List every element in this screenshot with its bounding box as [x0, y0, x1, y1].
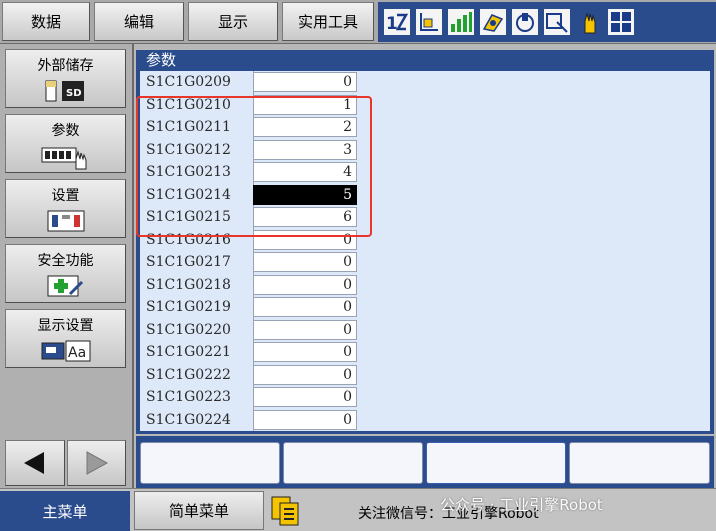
main-menu-button[interactable]: 主菜单: [0, 491, 130, 531]
panel-title: 参数: [146, 51, 177, 69]
parameter-name: S1C1G0223: [146, 389, 231, 405]
parameter-name: S1C1G0224: [146, 411, 231, 428]
sidebar-item-label: 安全功能: [37, 253, 94, 269]
robot-axis-icon[interactable]: 1: [384, 9, 410, 35]
sidebar-item-display-settings[interactable]: 显示设置 Aa: [5, 309, 126, 368]
safety-plus-icon: [46, 274, 86, 298]
parameter-value[interactable]: 0: [253, 297, 357, 317]
next-page-button[interactable]: [66, 440, 126, 486]
coordinate-frame-icon[interactable]: [416, 9, 442, 35]
prev-page-button[interactable]: [5, 440, 65, 486]
parameter-name: S1C1G0219: [146, 299, 231, 315]
arrow-right-icon: [86, 451, 109, 475]
parameter-name: S1C1G0209: [146, 74, 231, 90]
keypad-hand-icon: [40, 144, 92, 170]
sd-card-icon: SD: [44, 79, 88, 103]
arrow-left-icon: [23, 452, 44, 474]
bottom-bar: 主菜单 简单菜单 关注微信号：工业引擎Robot 公众号 · 工业引擎Robot: [0, 488, 716, 531]
input-slot-4[interactable]: [569, 442, 710, 484]
sidebar: 外部储存 SD 参数 设置 安全功能 显示设置 Aa: [0, 44, 134, 488]
parameter-value[interactable]: 0: [253, 342, 357, 362]
parameter-row[interactable]: S1C1G0217 0: [140, 251, 710, 273]
hand-icon[interactable]: [576, 9, 602, 35]
tool-icon[interactable]: [480, 9, 506, 35]
parameter-row[interactable]: S1C1G0221 0: [140, 341, 710, 363]
parameter-value[interactable]: 0: [253, 387, 357, 407]
display-font-icon: Aa: [40, 339, 92, 363]
sidebar-item-settings[interactable]: 设置: [5, 179, 126, 238]
svg-text:Aa: Aa: [68, 345, 86, 361]
parameter-row[interactable]: S1C1G0209 0: [140, 71, 710, 93]
highlight-box: [136, 96, 372, 237]
status-toolbar: 1: [378, 2, 716, 42]
sidebar-item-safety[interactable]: 安全功能: [5, 244, 126, 303]
parameter-name: S1C1G0218: [146, 276, 231, 293]
parameter-value[interactable]: 0: [253, 364, 357, 385]
watermark: 公众号 · 工业引擎Robot: [440, 496, 603, 514]
grid-icon[interactable]: [608, 9, 634, 35]
parameter-value[interactable]: 0: [253, 319, 357, 340]
parameter-name: S1C1G0220: [146, 321, 231, 338]
settings-panel-icon: [46, 209, 86, 233]
svg-text:1: 1: [386, 14, 398, 34]
page-nav: [5, 440, 126, 486]
parameter-row[interactable]: S1C1G0219 0: [140, 296, 710, 318]
parameter-row[interactable]: S1C1G0223 0: [140, 386, 710, 408]
top-menu-bar: 数据 编辑 显示 实用工具 1: [0, 0, 716, 44]
sidebar-item-label: 外部储存: [37, 58, 94, 74]
step-icon[interactable]: [544, 9, 570, 35]
documents-icon[interactable]: [270, 495, 302, 527]
input-area: [136, 436, 714, 488]
input-slot-2[interactable]: [283, 442, 423, 484]
parameter-row[interactable]: S1C1G0222 0: [140, 364, 710, 386]
parameter-value[interactable]: 0: [253, 252, 357, 272]
menu-edit[interactable]: 编辑: [94, 2, 184, 41]
menu-utility[interactable]: 实用工具: [282, 2, 374, 41]
parameter-name: S1C1G0217: [146, 254, 231, 270]
sidebar-item-label: 设置: [51, 188, 80, 204]
sidebar-item-label: 参数: [51, 123, 80, 139]
parameter-value[interactable]: 0: [253, 274, 357, 295]
parameter-value[interactable]: 0: [253, 409, 357, 430]
parameter-row[interactable]: S1C1G0220 0: [140, 319, 710, 341]
speed-bars-icon[interactable]: [448, 9, 474, 35]
parameter-row[interactable]: S1C1G0224 0: [140, 409, 710, 431]
menu-display[interactable]: 显示: [188, 2, 278, 41]
parameter-name: S1C1G0222: [146, 366, 231, 383]
sidebar-item-label: 显示设置: [37, 318, 94, 334]
parameter-value[interactable]: 0: [253, 72, 357, 92]
sidebar-item-external-storage[interactable]: 外部储存 SD: [5, 49, 126, 108]
input-slot-1[interactable]: [140, 442, 280, 484]
menu-data[interactable]: 数据: [2, 2, 90, 41]
home-icon[interactable]: [512, 9, 538, 35]
input-slot-3[interactable]: [426, 442, 566, 484]
sidebar-item-parameters[interactable]: 参数: [5, 114, 126, 173]
parameter-row[interactable]: S1C1G0218 0: [140, 274, 710, 296]
simple-menu-button[interactable]: 简单菜单: [134, 491, 264, 530]
svg-text:SD: SD: [66, 88, 82, 99]
parameter-name: S1C1G0221: [146, 344, 231, 360]
